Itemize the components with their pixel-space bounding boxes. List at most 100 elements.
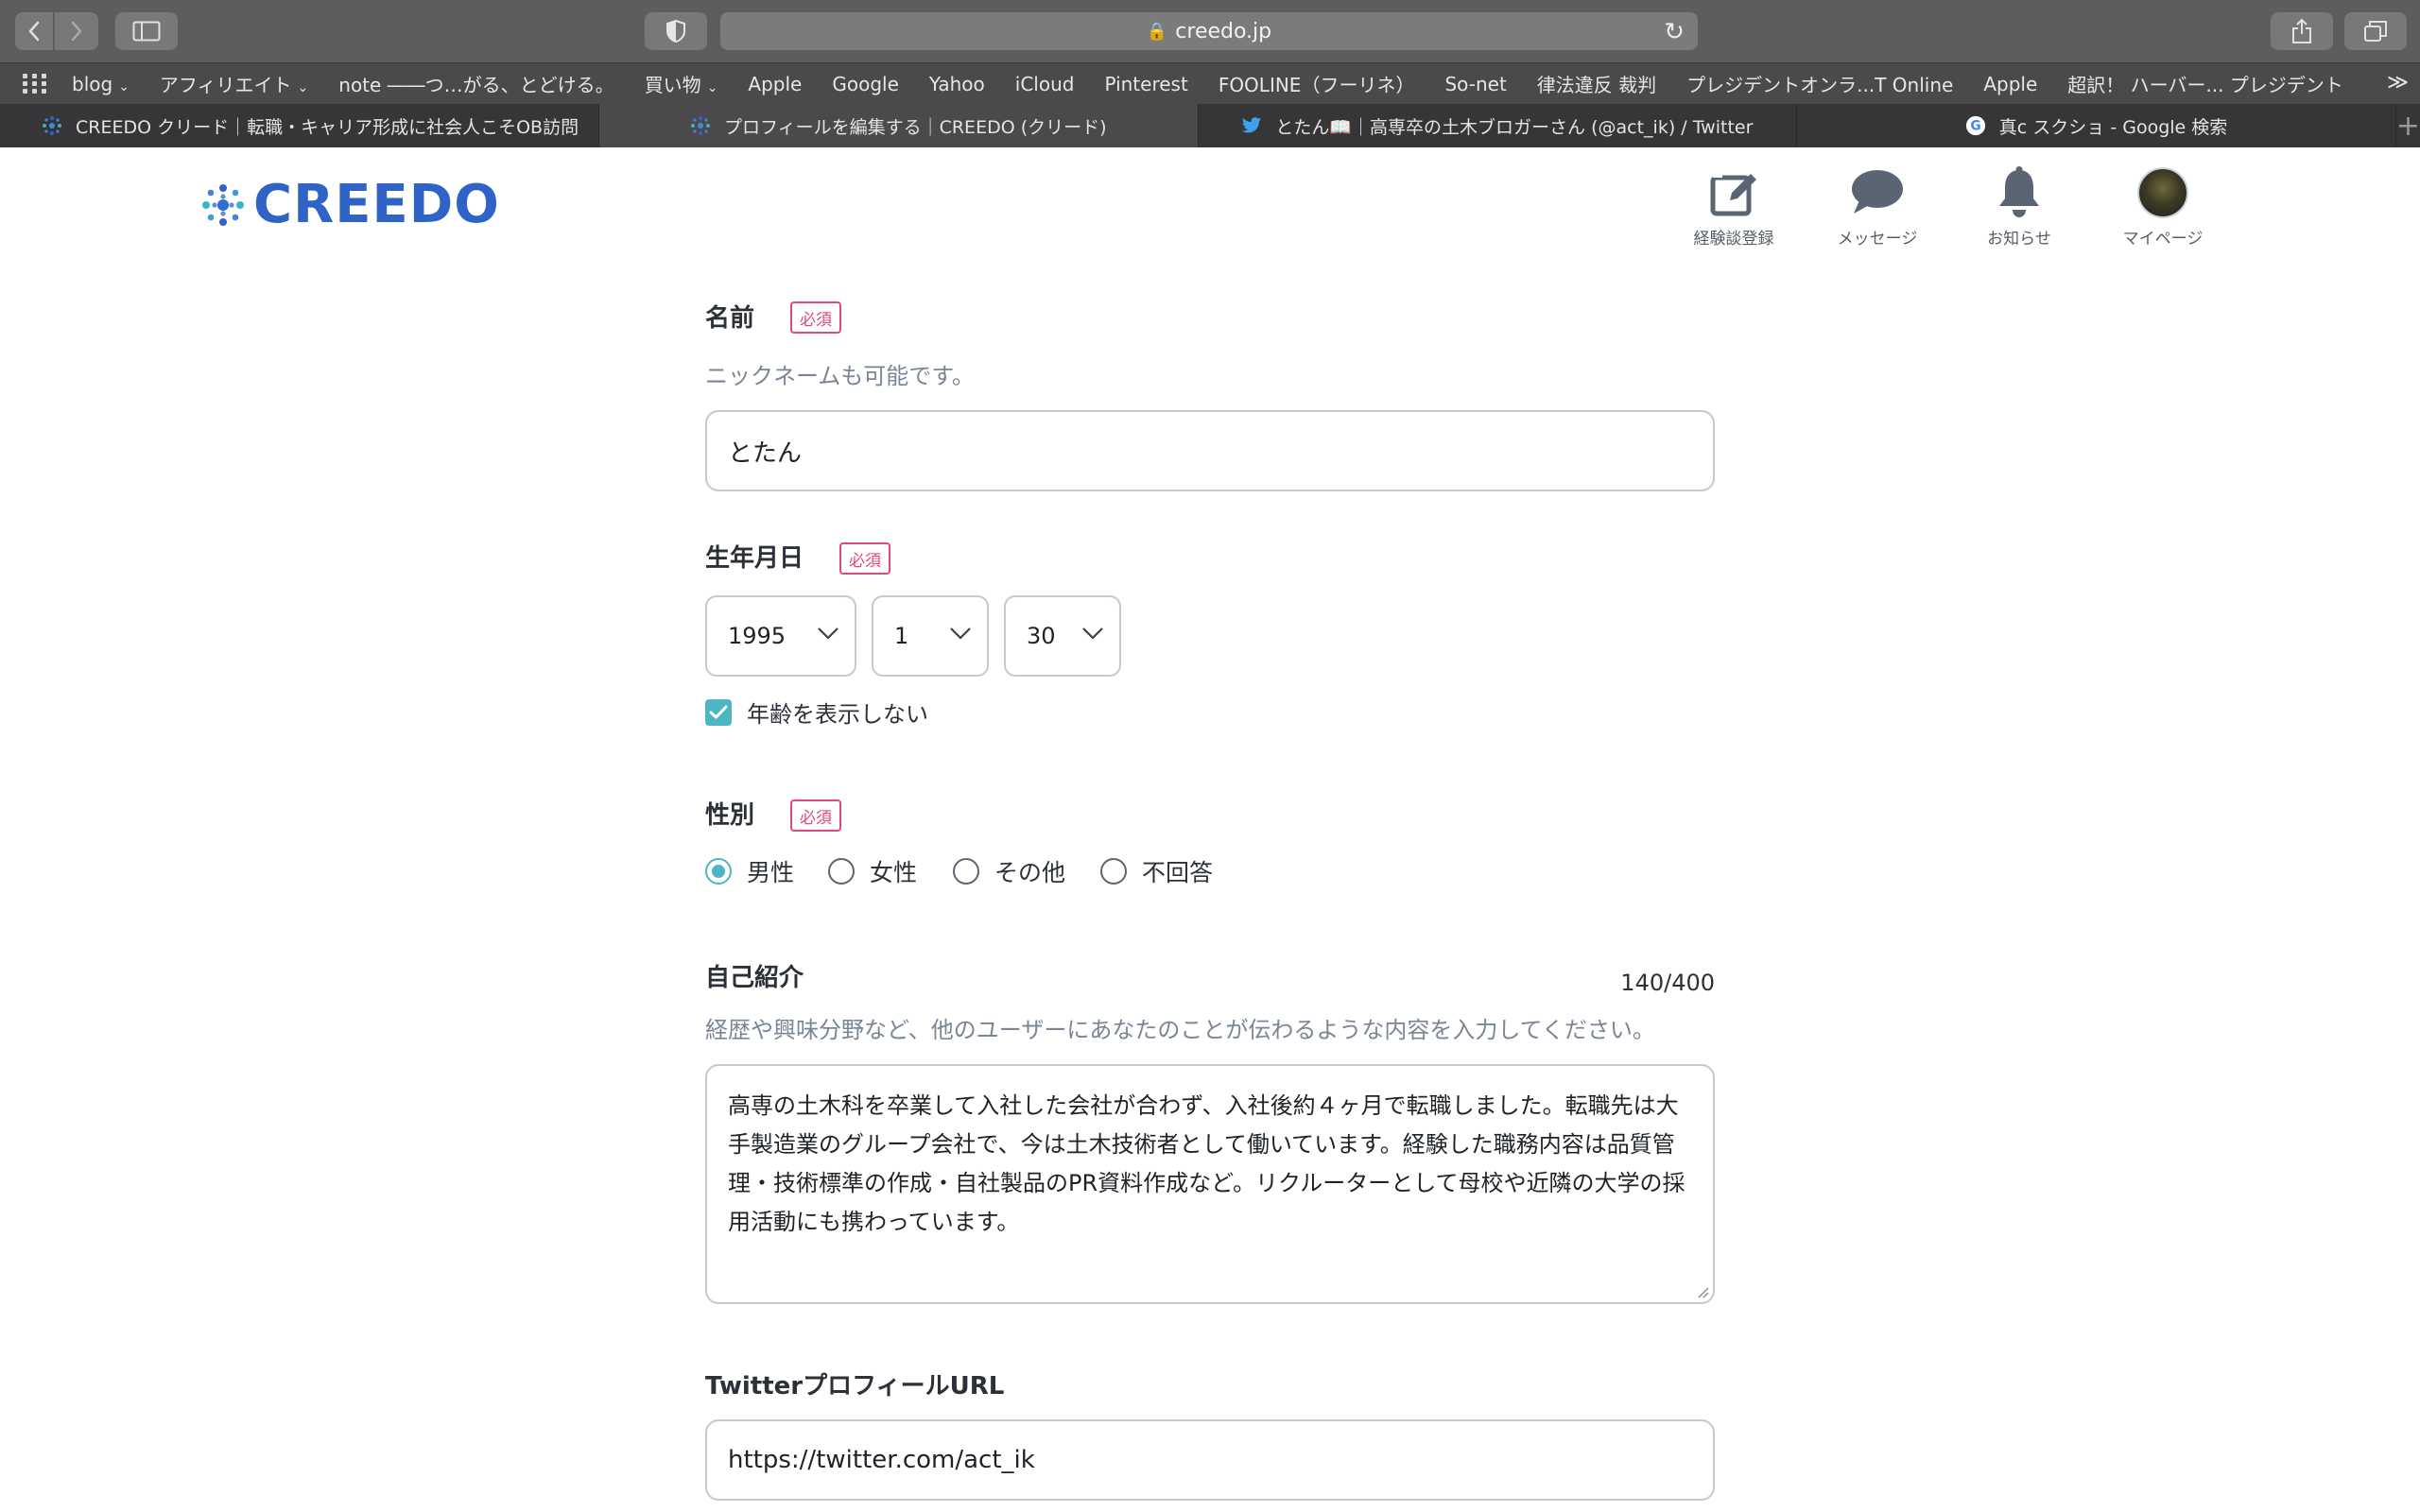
lock-icon: 🔒 xyxy=(1146,21,1168,42)
tab-profile-edit[interactable]: プロフィールを編集する｜CREEDO (クリード) xyxy=(598,104,1199,147)
gender-option-male[interactable]: 男性 xyxy=(705,854,794,888)
bio-text: 高専の土木科を卒業して入社した会社が合わず、入社後約４ヶ月で転職しました。転職先… xyxy=(728,1092,1685,1235)
address-bar[interactable]: 🔒 creedo.jp ↻ xyxy=(720,12,1698,50)
chevron-down-icon: ⌄ xyxy=(118,78,130,94)
shield-icon xyxy=(666,19,685,43)
hide-age-checkbox[interactable] xyxy=(705,698,732,726)
browser-toolbar: 🔒 creedo.jp ↻ xyxy=(0,0,2420,62)
bookmark-shopping[interactable]: 買い物 ⌄ xyxy=(645,70,718,97)
gender-option-female[interactable]: 女性 xyxy=(828,854,917,888)
checkmark-icon xyxy=(709,705,728,718)
chevron-down-icon: ⌄ xyxy=(297,80,309,95)
share-button[interactable] xyxy=(2271,12,2333,50)
bookmark-law[interactable]: 律法違反 裁判 xyxy=(1537,70,1656,97)
bookmark-apple[interactable]: Apple xyxy=(748,73,802,95)
site-header: CREEDO 経験談登録 メッセージ お知らせ マイページ xyxy=(0,147,2420,270)
bookmark-sonet[interactable]: So-net xyxy=(1444,73,1506,95)
hide-age-checkbox-row[interactable]: 年齢を表示しない xyxy=(705,696,928,729)
twitter-url-input[interactable] xyxy=(705,1419,1715,1501)
tab-google-search[interactable]: G 真c スクショ - Google 検索 xyxy=(1797,104,2396,147)
creedo-icon xyxy=(42,115,62,136)
more-bookmarks-icon[interactable]: ≫ xyxy=(2387,71,2409,94)
tab-title: CREEDO クリード｜転職・キャリア形成に社会人こそOB訪問 xyxy=(76,116,579,138)
tab-twitter[interactable]: とたん📖｜高専卒の土木ブロガーさん (@act_ik) / Twitter xyxy=(1199,104,1798,147)
chevron-left-icon xyxy=(28,21,40,42)
tab-creedo-home[interactable]: CREEDO クリード｜転職・キャリア形成に社会人こそOB訪問 xyxy=(0,104,599,147)
grid-icon[interactable] xyxy=(23,74,47,94)
bell-icon xyxy=(1999,166,2039,217)
birth-year-select[interactable]: 1995 xyxy=(705,595,856,677)
gender-label: 性別 xyxy=(705,801,755,830)
name-hint: ニックネームも可能です。 xyxy=(705,363,975,389)
birthday-label: 生年月日 xyxy=(705,544,804,573)
google-g-icon: G xyxy=(1965,115,1986,136)
gender-option-other[interactable]: その他 xyxy=(953,854,1065,888)
bio-textarea[interactable]: 高専の土木科を卒業して入社した会社が合わず、入社後約４ヶ月で転職しました。転職先… xyxy=(705,1064,1715,1304)
bookmark-pinterest[interactable]: Pinterest xyxy=(1104,73,1187,95)
sidebar-toggle-button[interactable] xyxy=(115,12,178,50)
bookmark-president-online[interactable]: プレジデントオンラ...T Online xyxy=(1686,70,1953,97)
edit-icon xyxy=(1710,172,1756,216)
twitter-bird-icon xyxy=(1241,115,1262,136)
bookmark-icloud[interactable]: iCloud xyxy=(1015,73,1075,95)
birth-month-select[interactable]: 1 xyxy=(872,595,989,677)
required-badge: 必須 xyxy=(790,301,841,334)
gender-option-no-answer[interactable]: 不回答 xyxy=(1100,854,1213,888)
tab-overview-icon xyxy=(2364,21,2387,42)
new-tab-button[interactable]: + xyxy=(2396,104,2420,147)
share-icon xyxy=(2292,18,2311,43)
chevron-right-icon xyxy=(71,21,82,42)
chevron-down-icon xyxy=(818,627,838,640)
creedo-logo[interactable]: CREEDO xyxy=(199,174,500,235)
tab-strip: CREEDO クリード｜転職・キャリア形成に社会人こそOB訪問 プロフィールを編… xyxy=(0,104,2420,147)
logo-text: CREEDO xyxy=(253,174,500,235)
avatar xyxy=(2137,167,2188,218)
nav-experience-register[interactable]: 経験談登録 xyxy=(1668,164,1800,249)
bio-hint: 経歴や興味分野など、他のユーザーにあなたのことが伝わるような内容を入力してくださ… xyxy=(705,1017,1655,1043)
bookmark-fooline[interactable]: FOOLINE（フーリネ） xyxy=(1219,70,1415,97)
radio-button[interactable] xyxy=(705,858,732,885)
tab-title: とたん📖｜高専卒の土木ブロガーさん (@act_ik) / Twitter xyxy=(1275,116,1754,138)
chevron-down-icon: ⌄ xyxy=(706,80,718,95)
name-input[interactable] xyxy=(705,410,1715,491)
hide-age-label: 年齢を表示しない xyxy=(747,701,928,728)
nav-mypage[interactable]: マイページ xyxy=(2097,164,2229,249)
tab-title: プロフィールを編集する｜CREEDO (クリード) xyxy=(723,116,1107,138)
forward-button[interactable] xyxy=(55,12,98,50)
bookmark-google[interactable]: Google xyxy=(832,73,899,95)
radio-button[interactable] xyxy=(828,858,855,885)
radio-button[interactable] xyxy=(1100,858,1127,885)
back-button[interactable] xyxy=(15,12,53,50)
name-label: 名前 xyxy=(705,304,755,333)
privacy-report-button[interactable] xyxy=(645,12,707,50)
bookmark-yahoo[interactable]: Yahoo xyxy=(929,73,985,95)
chevron-down-icon xyxy=(1082,627,1103,640)
chat-bubble-icon xyxy=(1852,170,1903,214)
tab-title: 真c スクショ - Google 検索 xyxy=(1998,116,2228,138)
creedo-logo-mark xyxy=(202,183,244,226)
bio-char-counter: 140/400 xyxy=(1620,970,1715,996)
required-badge: 必須 xyxy=(839,542,890,575)
twitter-url-label: TwitterプロフィールURL xyxy=(705,1372,1005,1400)
sidebar-icon xyxy=(132,21,161,42)
nav-notifications[interactable]: お知らせ xyxy=(1953,164,2085,249)
reload-icon[interactable]: ↻ xyxy=(1664,18,1685,46)
nav-messages[interactable]: メッセージ xyxy=(1811,164,1944,249)
url-text: creedo.jp xyxy=(1175,19,1272,43)
plus-icon: + xyxy=(2395,109,2420,143)
bookmarks-bar: blog ⌄ アフィリエイト ⌄ note ――つ…がる、とどける。 買い物 ⌄ Ap… xyxy=(0,62,2420,104)
bio-label: 自己紹介 xyxy=(705,964,804,992)
bookmark-apple-2[interactable]: Apple xyxy=(1983,73,2037,95)
svg-text:G: G xyxy=(1970,119,1980,134)
creedo-icon xyxy=(690,115,711,136)
required-badge: 必須 xyxy=(790,799,841,832)
birth-day-select[interactable]: 30 xyxy=(1004,595,1121,677)
resize-handle-icon[interactable] xyxy=(1696,1285,1709,1298)
tab-overview-button[interactable] xyxy=(2344,12,2407,50)
bookmark-note[interactable]: note ――つ…がる、とどける。 xyxy=(338,70,614,97)
chevron-down-icon xyxy=(950,627,971,640)
bookmark-harvard-president[interactable]: 超訳！ ハーバー... プレジデント xyxy=(2067,70,2343,97)
radio-button[interactable] xyxy=(953,858,979,885)
bookmark-affiliate[interactable]: アフィリエイト ⌄ xyxy=(160,70,308,97)
bookmark-blog[interactable]: blog ⌄ xyxy=(72,73,130,95)
